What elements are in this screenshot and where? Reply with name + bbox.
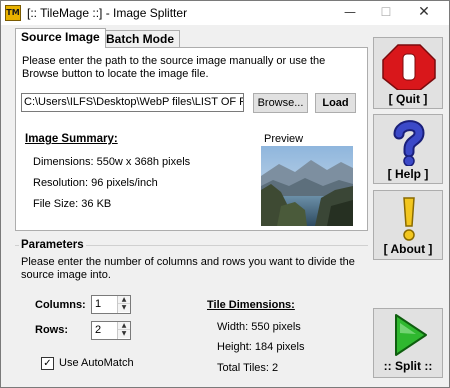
tile-width: Width: 550 pixels xyxy=(217,321,301,333)
preview-image xyxy=(261,146,353,226)
source-image-panel: Please enter the path to the source imag… xyxy=(15,47,368,231)
source-instructions: Please enter the path to the source imag… xyxy=(22,55,326,80)
image-summary-heading: Image Summary: xyxy=(25,133,118,145)
image-file-size: File Size: 36 KB xyxy=(33,198,112,210)
play-arrow-icon xyxy=(395,314,427,356)
load-button[interactable]: Load xyxy=(315,93,356,113)
parameters-instructions: Please enter the number of columns and r… xyxy=(21,256,355,281)
columns-label: Columns: xyxy=(35,299,86,311)
help-button[interactable]: [ Help ] xyxy=(373,114,443,184)
window-title: [:: TileMage ::] - Image Splitter xyxy=(27,6,188,20)
close-button[interactable]: ✕ xyxy=(405,1,443,25)
image-dimensions: Dimensions: 550w x 368h pixels xyxy=(33,156,191,168)
minimize-button[interactable]: — xyxy=(331,1,369,25)
split-label: :: Split :: xyxy=(383,359,433,373)
rows-stepper[interactable]: 2 ▲ ▼ xyxy=(91,321,131,340)
split-button[interactable]: :: Split :: xyxy=(373,308,443,378)
exclamation-icon xyxy=(403,197,415,241)
rows-label: Rows: xyxy=(35,324,68,336)
source-path-input[interactable]: C:\Users\ILFS\Desktop\WebP files\LIST OF… xyxy=(21,93,244,112)
automatch-label: Use AutoMatch xyxy=(59,357,134,369)
quit-label: [ Quit ] xyxy=(388,92,428,106)
about-button[interactable]: [ About ] xyxy=(373,190,443,260)
help-label: [ Help ] xyxy=(387,167,429,181)
columns-down-arrow-icon[interactable]: ▼ xyxy=(118,304,130,312)
parameters-title: Parameters xyxy=(19,239,86,251)
preview-label: Preview xyxy=(264,133,304,145)
tile-dimensions-heading: Tile Dimensions: xyxy=(207,299,295,311)
columns-value[interactable]: 1 xyxy=(95,298,101,310)
columns-stepper[interactable]: 1 ▲ ▼ xyxy=(91,295,131,314)
tab-source-image[interactable]: Source Image xyxy=(15,28,106,48)
image-resolution: Resolution: 96 pixels/inch xyxy=(33,177,158,189)
columns-up-arrow-icon[interactable]: ▲ xyxy=(118,296,130,304)
rows-up-arrow-icon[interactable]: ▲ xyxy=(118,322,130,330)
rows-down-arrow-icon[interactable]: ▼ xyxy=(118,330,130,338)
question-mark-icon xyxy=(393,120,425,166)
rows-stepper-arrows: ▲ ▼ xyxy=(117,322,130,339)
title-bar: TM [:: TileMage ::] - Image Splitter — ☐… xyxy=(1,1,449,25)
app-icon: TM xyxy=(5,5,21,21)
quit-button[interactable]: [ Quit ] xyxy=(373,37,443,109)
browse-button[interactable]: Browse... xyxy=(253,93,308,113)
tab-batch-mode[interactable]: Batch Mode xyxy=(100,30,181,48)
maximize-button[interactable]: ☐ xyxy=(367,1,405,25)
tile-height: Height: 184 pixels xyxy=(217,341,305,353)
main-window: TM [:: TileMage ::] - Image Splitter — ☐… xyxy=(0,0,450,388)
rows-value[interactable]: 2 xyxy=(95,324,101,336)
about-label: [ About ] xyxy=(383,242,433,256)
columns-stepper-arrows: ▲ ▼ xyxy=(117,296,130,313)
stop-icon xyxy=(382,44,436,90)
total-tiles: Total Tiles: 2 xyxy=(217,362,279,374)
automatch-checkbox[interactable]: ✓ xyxy=(41,357,54,370)
